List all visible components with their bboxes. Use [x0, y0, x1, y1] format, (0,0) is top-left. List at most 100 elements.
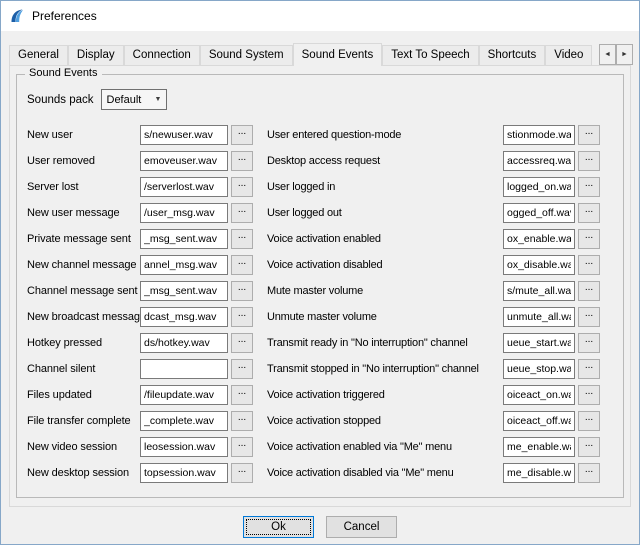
sound-file-input[interactable] — [503, 463, 575, 483]
sound-file-input[interactable] — [140, 411, 228, 431]
sound-event-label: Channel silent — [27, 363, 140, 375]
browse-button[interactable]: ... — [578, 229, 600, 249]
browse-button[interactable]: ... — [231, 411, 253, 431]
sound-file-input[interactable] — [503, 359, 575, 379]
browse-button[interactable]: ... — [578, 385, 600, 405]
sound-file-input[interactable] — [503, 333, 575, 353]
tab-sound-system[interactable]: Sound System — [200, 45, 293, 65]
browse-button[interactable]: ... — [578, 307, 600, 327]
browse-button[interactable]: ... — [578, 463, 600, 483]
sound-event-label: Voice activation stopped — [267, 415, 503, 427]
group-title: Sound Events — [25, 67, 102, 79]
sound-file-input[interactable] — [140, 177, 228, 197]
sound-file-input[interactable] — [503, 203, 575, 223]
sound-events-group: Sound Events Sounds pack Default ▼ New u… — [16, 74, 624, 498]
preferences-dialog: Preferences GeneralDisplayConnectionSoun… — [0, 0, 640, 545]
sound-event-row: New user ... — [27, 125, 267, 145]
sound-file-input[interactable] — [140, 385, 228, 405]
sound-event-label: Voice activation disabled via "Me" menu — [267, 467, 503, 479]
browse-button[interactable]: ... — [231, 281, 253, 301]
sound-file-input[interactable] — [503, 177, 575, 197]
browse-button[interactable]: ... — [231, 333, 253, 353]
tab-scroller: ◄ ► — [599, 44, 633, 65]
sound-event-label: Channel message sent — [27, 285, 140, 297]
tab-text-to-speech[interactable]: Text To Speech — [382, 45, 478, 65]
sound-event-row: Voice activation disabled via "Me" menu … — [267, 463, 615, 483]
browse-button[interactable]: ... — [578, 359, 600, 379]
sound-file-input[interactable] — [140, 359, 228, 379]
title-bar[interactable]: Preferences — [1, 1, 639, 31]
browse-button[interactable]: ... — [578, 281, 600, 301]
browse-button[interactable]: ... — [578, 151, 600, 171]
browse-button[interactable]: ... — [231, 359, 253, 379]
sound-file-input[interactable] — [503, 255, 575, 275]
browse-button[interactable]: ... — [578, 411, 600, 431]
sounds-pack-value: Default — [102, 94, 151, 106]
browse-button[interactable]: ... — [231, 125, 253, 145]
sound-file-input[interactable] — [140, 203, 228, 223]
tab-scroll-right-button[interactable]: ► — [616, 44, 633, 65]
browse-button[interactable]: ... — [578, 437, 600, 457]
browse-button[interactable]: ... — [231, 307, 253, 327]
chevron-down-icon: ▼ — [151, 96, 166, 103]
sound-file-input[interactable] — [503, 281, 575, 301]
sound-event-label: User removed — [27, 155, 140, 167]
dialog-footer: Ok Cancel — [1, 516, 639, 538]
sound-file-input[interactable] — [140, 333, 228, 353]
browse-button[interactable]: ... — [578, 255, 600, 275]
browse-button[interactable]: ... — [231, 229, 253, 249]
cancel-button[interactable]: Cancel — [326, 516, 397, 538]
sound-event-label: Transmit ready in "No interruption" chan… — [267, 337, 503, 349]
sound-file-input[interactable] — [140, 307, 228, 327]
browse-button[interactable]: ... — [231, 385, 253, 405]
browse-button[interactable]: ... — [578, 203, 600, 223]
sound-file-input[interactable] — [140, 437, 228, 457]
sound-event-row: Files updated ... — [27, 385, 267, 405]
sound-event-row: Transmit stopped in "No interruption" ch… — [267, 359, 615, 379]
sound-event-label: User entered question-mode — [267, 129, 503, 141]
sound-file-input[interactable] — [140, 125, 228, 145]
sound-event-label: File transfer complete — [27, 415, 140, 427]
tab-general[interactable]: General — [9, 45, 68, 65]
sound-file-input[interactable] — [140, 229, 228, 249]
sound-file-input[interactable] — [503, 437, 575, 457]
window-title: Preferences — [32, 9, 97, 23]
browse-button[interactable]: ... — [231, 151, 253, 171]
browse-button[interactable]: ... — [578, 177, 600, 197]
sound-file-input[interactable] — [503, 125, 575, 145]
browse-button[interactable]: ... — [231, 463, 253, 483]
event-column-left: New user ... User removed ... Server los… — [27, 125, 267, 489]
sound-file-input[interactable] — [503, 229, 575, 249]
sound-file-input[interactable] — [140, 463, 228, 483]
sound-file-input[interactable] — [503, 411, 575, 431]
tab-scroll-left-button[interactable]: ◄ — [599, 44, 616, 65]
sound-file-input[interactable] — [503, 151, 575, 171]
browse-button[interactable]: ... — [578, 125, 600, 145]
sound-file-input[interactable] — [140, 281, 228, 301]
browse-button[interactable]: ... — [231, 255, 253, 275]
tab-connection[interactable]: Connection — [124, 45, 200, 65]
sound-event-label: Voice activation enabled via "Me" menu — [267, 441, 503, 453]
sound-file-input[interactable] — [140, 255, 228, 275]
browse-button[interactable]: ... — [578, 333, 600, 353]
tab-display[interactable]: Display — [68, 45, 124, 65]
sounds-pack-label: Sounds pack — [27, 94, 94, 106]
sound-event-row: Unmute master volume ... — [267, 307, 615, 327]
sound-event-row: New user message ... — [27, 203, 267, 223]
ok-button[interactable]: Ok — [243, 516, 314, 538]
sound-event-label: Mute master volume — [267, 285, 503, 297]
sounds-pack-dropdown[interactable]: Default ▼ — [101, 89, 167, 110]
sound-file-input[interactable] — [503, 385, 575, 405]
browse-button[interactable]: ... — [231, 177, 253, 197]
sound-file-input[interactable] — [503, 307, 575, 327]
tab-sound-events[interactable]: Sound Events — [293, 43, 383, 66]
sound-event-label: New video session — [27, 441, 140, 453]
sound-event-row: New channel message ... — [27, 255, 267, 275]
sound-file-input[interactable] — [140, 151, 228, 171]
browse-button[interactable]: ... — [231, 203, 253, 223]
tab-video[interactable]: Video — [545, 45, 592, 65]
browse-button[interactable]: ... — [231, 437, 253, 457]
sound-event-row: User entered question-mode ... — [267, 125, 615, 145]
tab-shortcuts[interactable]: Shortcuts — [479, 45, 546, 65]
sound-event-row: User logged in ... — [267, 177, 615, 197]
